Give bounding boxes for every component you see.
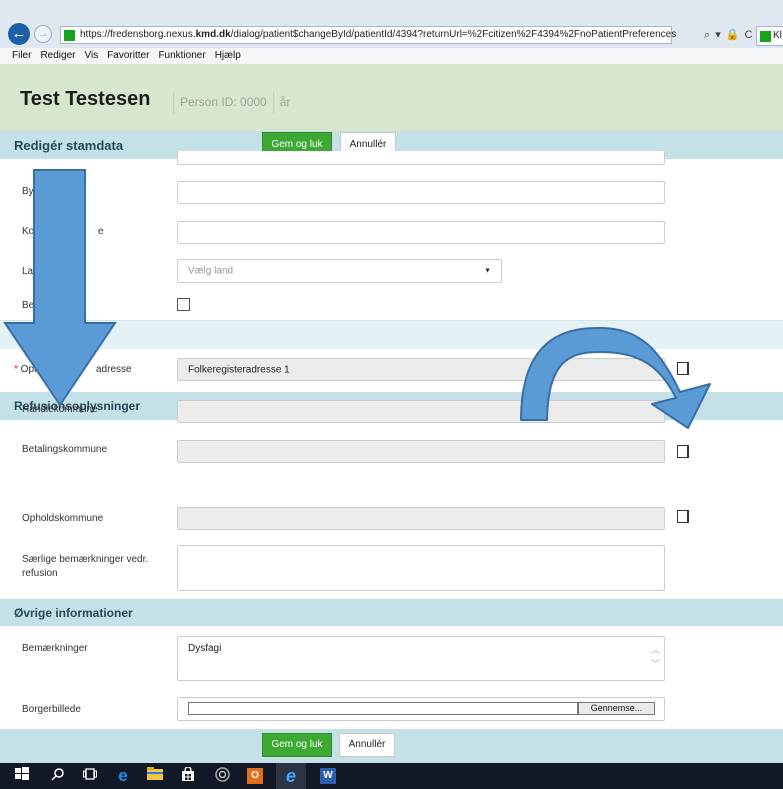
menu-rediger[interactable]: Rediger: [40, 48, 75, 64]
forward-arrow-icon: →: [37, 28, 49, 40]
opholdsadresse-edit-icon[interactable]: [677, 362, 689, 375]
handlekommune-field[interactable]: [177, 400, 665, 423]
browser-menu-bar: Filer Rediger Vis Favoritter Funktioner Hjælp: [0, 48, 783, 64]
back-button[interactable]: ←: [8, 23, 30, 45]
windows-taskbar: e O e W: [0, 763, 783, 789]
borgerbillede-upload: Gennemse...: [177, 697, 665, 721]
patient-meta: Person ID: 0000 år: [173, 92, 290, 114]
address-tools[interactable]: ⌕ ▾ 🔒 C: [704, 28, 754, 42]
patient-age: år: [279, 95, 291, 110]
dialog-title: Redigér stamdata: [14, 138, 124, 153]
patient-header: Test Testesen Person ID: 0000 år: [0, 64, 783, 131]
required-mark: *: [14, 364, 21, 375]
menu-hjaelp[interactable]: Hjælp: [215, 48, 241, 64]
form-content: By Ko e La Vælg land ▼ Be * Ophol adress…: [0, 151, 783, 729]
menu-filer[interactable]: Filer: [12, 48, 31, 64]
kommune-input[interactable]: [177, 221, 665, 244]
chevron-down-icon: ﹀: [650, 659, 660, 669]
divider: [272, 92, 274, 114]
borgerbillede-label: Borgerbillede: [22, 704, 81, 715]
app-swirl-icon[interactable]: [213, 767, 231, 785]
section-divider-band: [0, 320, 783, 349]
previous-field-input[interactable]: [177, 151, 665, 165]
bemaerkninger-label: Bemærkninger: [22, 643, 88, 654]
footer-cancel-button[interactable]: Annullér: [339, 733, 395, 757]
be-checkbox[interactable]: [177, 298, 190, 311]
search-icon[interactable]: [50, 767, 66, 785]
site-favicon-icon: [64, 30, 75, 41]
task-view-icon[interactable]: [82, 767, 98, 785]
word-icon[interactable]: W: [318, 767, 338, 785]
url-input[interactable]: https://fredensborg.nexus.kmd.dk/dialog/…: [60, 26, 676, 44]
opholdskommune-label: Opholdskommune: [22, 513, 104, 524]
tab-label: Kl: [773, 30, 782, 41]
back-arrow-icon: ←: [11, 25, 27, 42]
edge-browser-icon[interactable]: e: [114, 767, 132, 785]
saerlige-textarea[interactable]: [177, 545, 665, 591]
handlekommune-label: Handlekommune: [22, 404, 98, 415]
by-input[interactable]: [177, 181, 665, 204]
betalingskommune-edit-icon[interactable]: [677, 445, 689, 458]
windows-start-icon[interactable]: [14, 767, 30, 785]
bemaerkninger-value: Dysfagi: [188, 643, 222, 654]
opholdsadresse-value: Folkeregisteradresse 1: [188, 364, 290, 375]
chevron-up-icon: ︿: [650, 645, 660, 655]
land-select[interactable]: Vælg land ▼: [177, 259, 502, 283]
betalingskommune-field[interactable]: [177, 440, 665, 463]
file-explorer-icon[interactable]: [146, 767, 164, 785]
bemaerkninger-textarea[interactable]: Dysfagi ︿ ﹀: [177, 636, 665, 681]
kommune-label-tail: e: [98, 226, 104, 237]
oevrige-section-bar: Øvrige informationer: [0, 599, 783, 626]
dialog-footer-bar: Gem og luk Annullér: [0, 729, 783, 763]
word-badge: W: [320, 768, 336, 784]
handlekommune-edit-icon[interactable]: [677, 405, 689, 418]
land-placeholder: Vælg land: [188, 265, 234, 277]
browser-top-strip: [0, 0, 783, 20]
opholdskommune-edit-icon[interactable]: [677, 510, 689, 523]
forward-button[interactable]: →: [34, 25, 52, 43]
patient-name: Test Testesen: [20, 88, 151, 110]
menu-funktioner[interactable]: Funktioner: [158, 48, 205, 64]
opholdskommune-field[interactable]: [177, 507, 665, 530]
internet-explorer-icon[interactable]: e: [276, 763, 306, 789]
store-icon[interactable]: [179, 766, 197, 785]
person-id: Person ID: 0000: [180, 95, 267, 110]
outlook-badge: O: [247, 768, 263, 784]
menu-vis[interactable]: Vis: [84, 48, 98, 64]
tab-favicon-icon: [760, 31, 771, 42]
browser-tab[interactable]: Kl: [756, 26, 783, 46]
kommune-label: Ko: [22, 226, 35, 237]
textarea-scroll-arrows[interactable]: ︿ ﹀: [651, 643, 660, 671]
land-label: La: [22, 266, 34, 277]
file-path-field[interactable]: [188, 702, 578, 715]
opholdsadresse-label: * Ophol: [14, 364, 48, 375]
browse-button[interactable]: Gennemse...: [578, 702, 655, 715]
saerlige-label-line1: Særlige bemærkninger vedr.: [22, 554, 149, 565]
betalingskommune-label: Betalingskommune: [22, 444, 108, 455]
url-text: https://fredensborg.nexus.kmd.dk/dialog/…: [80, 29, 677, 40]
opholdsadresse-label-tail: adresse: [96, 364, 132, 375]
by-label: By: [22, 186, 34, 197]
be-label: Be: [22, 300, 35, 311]
saerlige-label-line2: refusion: [22, 568, 58, 579]
menu-favoritter[interactable]: Favoritter: [107, 48, 149, 64]
outlook-icon[interactable]: O: [245, 767, 265, 785]
oevrige-title: Øvrige informationer: [14, 606, 133, 620]
caret-down-icon: ▼: [484, 267, 491, 275]
footer-save-and-close-button[interactable]: Gem og luk: [262, 733, 332, 757]
divider: [173, 92, 174, 114]
opholdsadresse-field[interactable]: Folkeregisteradresse 1: [177, 358, 665, 381]
